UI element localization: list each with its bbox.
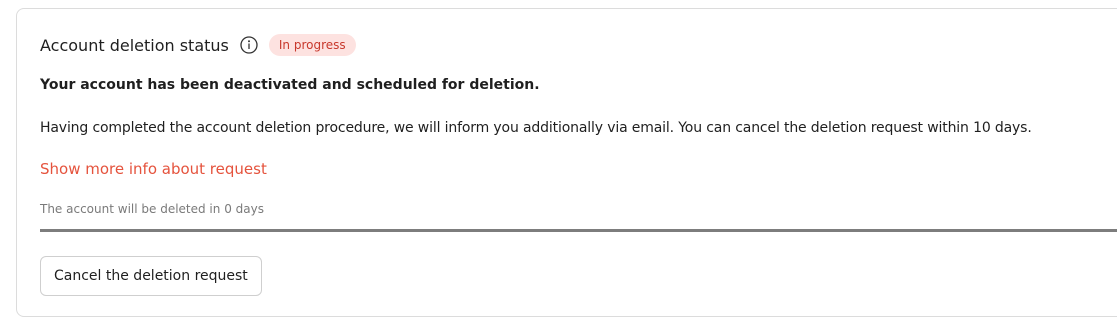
card-header: Account deletion status In progress — [40, 33, 356, 57]
info-icon[interactable] — [239, 35, 259, 55]
deletion-progress-fill — [40, 229, 1117, 232]
show-more-info-link[interactable]: Show more info about request — [40, 160, 267, 178]
deactivation-headline: Your account has been deactivated and sc… — [40, 77, 540, 93]
account-deletion-card: Account deletion status In progress Your… — [16, 8, 1117, 317]
deletion-countdown-text: The account will be deleted in 0 days — [40, 202, 264, 216]
deletion-progress-bar — [40, 229, 1117, 232]
deletion-description: Having completed the account deletion pr… — [40, 120, 1032, 136]
card-title: Account deletion status — [40, 35, 229, 55]
cancel-deletion-button[interactable]: Cancel the deletion request — [40, 256, 262, 296]
status-badge: In progress — [268, 34, 356, 56]
